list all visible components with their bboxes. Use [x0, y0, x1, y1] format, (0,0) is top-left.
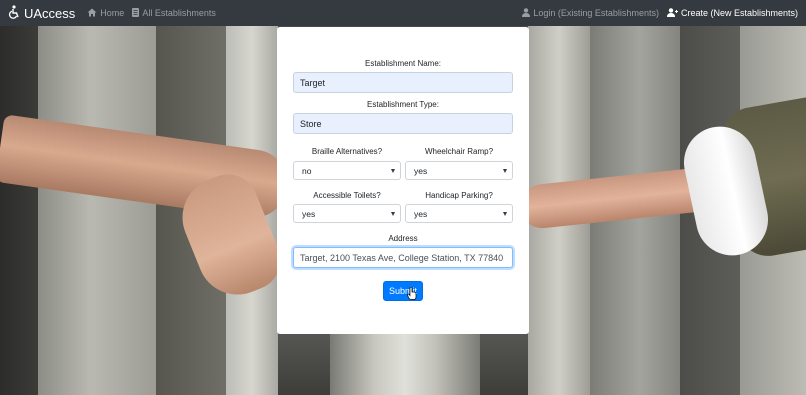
braille-select-value: no: [302, 165, 312, 176]
address-label: Address: [388, 234, 418, 243]
caret-down-icon: [503, 169, 507, 173]
wheelchair-ramp-select-value: yes: [414, 165, 428, 176]
nav-home-label: Home: [100, 8, 125, 18]
wheelchair-ramp-select[interactable]: yes: [405, 161, 513, 180]
establishment-form: Establishment Name: Target Establishment…: [277, 27, 529, 334]
establishment-type-input[interactable]: Store: [293, 113, 513, 134]
caret-down-icon: [503, 212, 507, 216]
caret-down-icon: [391, 212, 395, 216]
submit-button[interactable]: Submit: [383, 281, 423, 301]
braille-label: Braille Alternatives?: [311, 147, 383, 156]
establishment-name-label: Establishment Name:: [364, 59, 442, 68]
wheelchair-icon: [8, 4, 24, 22]
nav-all-establishments[interactable]: All Establishments: [132, 7, 216, 19]
user-icon: [522, 7, 533, 19]
nav-create[interactable]: Create (New Establishments): [666, 7, 798, 19]
home-icon: [87, 8, 100, 19]
braille-select[interactable]: no: [293, 161, 401, 180]
brand-link[interactable]: UAccess: [8, 4, 76, 22]
wheelchair-ramp-label: Wheelchair Ramp?: [424, 147, 494, 156]
handicap-parking-select[interactable]: yes: [405, 204, 513, 223]
accessible-toilets-select-value: yes: [302, 208, 316, 219]
address-input[interactable]: Target, 2100 Texas Ave, College Station,…: [293, 247, 513, 268]
hand-cursor-icon: [407, 287, 417, 300]
accessible-toilets-select[interactable]: yes: [293, 204, 401, 223]
nav-create-label: Create (New Establishments): [680, 8, 798, 18]
handicap-parking-select-value: yes: [414, 208, 428, 219]
list-icon: [132, 7, 142, 19]
establishment-type-label: Establishment Type:: [367, 100, 439, 109]
nav-all-establishments-label: All Establishments: [142, 8, 216, 18]
brand-name: UAccess: [24, 5, 76, 21]
handicap-parking-label: Handicap Parking?: [425, 191, 493, 200]
accessible-toilets-label: Accessible Toilets?: [313, 191, 381, 200]
navbar: UAccess Home All Establishments Login (E…: [0, 0, 806, 26]
nav-login-label: Login (Existing Establishments): [533, 8, 659, 18]
caret-down-icon: [391, 169, 395, 173]
nav-home[interactable]: Home: [87, 8, 124, 19]
user-plus-icon: [666, 7, 681, 19]
establishment-name-input[interactable]: Target: [293, 72, 513, 93]
nav-login[interactable]: Login (Existing Establishments): [522, 7, 659, 19]
